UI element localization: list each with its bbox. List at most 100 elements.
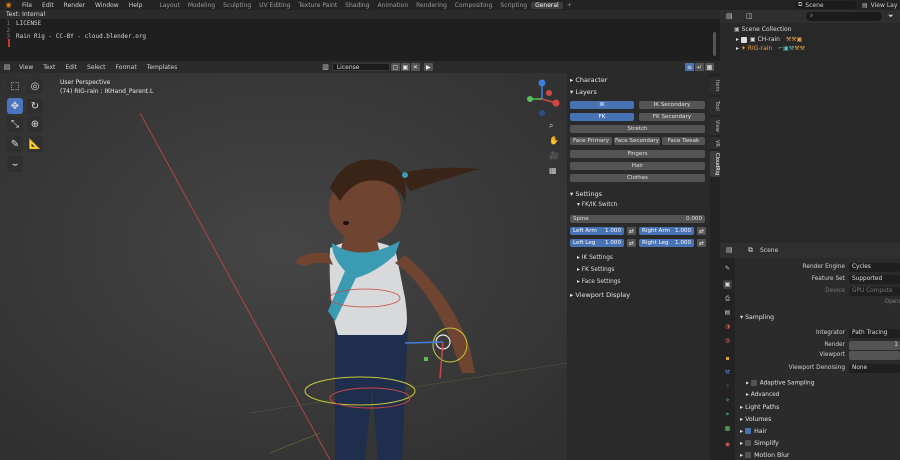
scale-tool-icon[interactable]: ⤡ (7, 116, 23, 132)
zoom-icon[interactable]: ⌕ (549, 121, 553, 131)
sampling-section-header[interactable]: ▾ Sampling (740, 314, 774, 321)
simplify-header[interactable]: ▸ Simplify (740, 440, 779, 447)
ik-secondary-layer-button[interactable]: IK Secondary (639, 101, 705, 109)
tab-view[interactable]: View (710, 117, 720, 135)
move-tool-icon[interactable]: ✥ (7, 98, 23, 114)
syntax-toggle-icon[interactable]: ▦ (705, 63, 714, 71)
motion-blur-checkbox[interactable] (745, 452, 752, 458)
ik-settings-header[interactable]: ▸ IK Settings (577, 255, 613, 261)
select-box-tool-icon[interactable]: ⬚ (7, 78, 23, 94)
include-checkbox[interactable] (740, 36, 747, 43)
run-script-icon[interactable]: ▶ (423, 63, 433, 71)
integrator-dropdown[interactable]: Path Tracing (849, 329, 900, 338)
open-button[interactable]: Open (880, 299, 900, 305)
menu-window[interactable]: Window (90, 2, 124, 9)
scene-selector[interactable]: ⧉ Scene (796, 1, 856, 9)
right-arm-snap-icon[interactable]: ⇄ (697, 227, 706, 235)
clothes-layer-button[interactable]: Clothes (570, 174, 705, 182)
new-text-icon[interactable]: ▢ (390, 63, 400, 71)
line-numbers-toggle-icon[interactable]: ≡ (685, 63, 694, 71)
viewport-denoising-dropdown[interactable]: None (849, 364, 900, 373)
physics-tab-icon[interactable]: ✧ (723, 396, 732, 405)
tab-scripting[interactable]: Scripting (496, 2, 531, 9)
annotate-tool-icon[interactable]: ✎ (7, 136, 23, 152)
ik-layer-button[interactable]: IK (570, 101, 634, 109)
tool-tab-icon[interactable]: ✎ (723, 264, 732, 273)
left-arm-slider[interactable]: Left Arm 1.000 (570, 227, 624, 235)
tab-uv-editing[interactable]: UV Editing (255, 2, 294, 9)
viewport-samples-field[interactable] (849, 351, 900, 360)
outliner-scene-collection[interactable]: ▣ Scene Collection (734, 26, 791, 33)
face-tweak-layer-button[interactable]: Face Tweak (662, 137, 705, 145)
render-engine-dropdown[interactable]: Cycles (849, 263, 900, 272)
blender-logo-icon[interactable]: ◉ (4, 1, 13, 9)
fingers-layer-button[interactable]: Fingers (570, 150, 705, 158)
tab-modeling[interactable]: Modeling (184, 2, 219, 9)
text-editor[interactable]: Text: Internal 1 LICENSE 2 3 Rain Rig - CC… (0, 10, 720, 61)
motion-blur-header[interactable]: ▸ Motion Blur (740, 452, 789, 459)
fk-layer-button[interactable]: FK (570, 113, 634, 121)
simplify-checkbox[interactable] (745, 440, 752, 446)
cursor-tool-icon[interactable]: ◎ (27, 78, 43, 94)
feature-set-dropdown[interactable]: Supported (849, 275, 900, 284)
tab-texture-paint[interactable]: Texture Paint (294, 2, 341, 9)
tab-general[interactable]: General (531, 1, 563, 9)
tab-sculpting[interactable]: Sculpting (219, 2, 255, 9)
render-tab-icon[interactable]: ▣ (723, 280, 732, 289)
navigation-gizmo[interactable] (522, 79, 562, 119)
right-arm-slider[interactable]: Right Arm 1.000 (639, 227, 694, 235)
right-leg-snap-icon[interactable]: ⇄ (697, 239, 706, 247)
viewport-display-header[interactable]: ▸ Viewport Display (570, 291, 630, 299)
face-secondary-layer-button[interactable]: Face Secondary (614, 137, 660, 145)
particles-tab-icon[interactable]: ⁘ (723, 382, 732, 391)
text-datablock-field[interactable]: License (331, 63, 390, 71)
volumes-header[interactable]: ▸ Volumes (740, 416, 771, 423)
text-datablock-icon[interactable]: ▥ (322, 63, 329, 71)
tab-layout[interactable]: Layout (155, 2, 183, 9)
word-wrap-toggle-icon[interactable]: ↵ (695, 63, 704, 71)
outliner-item-ch-rain[interactable]: ▸ ▣ CH-rain ⚒⚒▣ (736, 36, 802, 43)
face-settings-header[interactable]: ▸ Face Settings (577, 279, 621, 285)
constraints-tab-icon[interactable]: ⌖ (723, 410, 732, 419)
tab-animation[interactable]: Animation (374, 2, 413, 9)
menu-edit[interactable]: Edit (37, 2, 59, 9)
tab-tool[interactable]: Tool (710, 97, 720, 115)
light-paths-header[interactable]: ▸ Light Paths (740, 404, 779, 411)
fkik-switch-header[interactable]: ▾ FK/IK Switch (577, 202, 617, 208)
measure-tool-icon[interactable]: 📐 (27, 136, 43, 152)
data-tab-icon[interactable]: ▦ (723, 424, 732, 433)
outliner-item-rig-rain[interactable]: ▸ ✦ RIG-rain ⌐▣⚒⚒⚒ (736, 45, 805, 52)
3d-viewport[interactable]: User Perspective (74) RIG-rain : IKHand_… (0, 73, 567, 460)
te-menu-select[interactable]: Select (82, 64, 111, 71)
view-layer-tab-icon[interactable]: ▤ (723, 308, 732, 317)
modifier-tab-icon[interactable]: ⚒ (723, 368, 732, 377)
render-samples-field[interactable]: 1 (849, 341, 900, 350)
te-menu-edit[interactable]: Edit (60, 64, 82, 71)
advanced-header[interactable]: ▸ Advanced (746, 392, 779, 398)
outliner-search-input[interactable]: ⌕ (806, 12, 882, 21)
material-tab-icon[interactable]: ◉ (723, 440, 732, 449)
ortho-grid-icon[interactable]: ▦ (549, 166, 557, 175)
tab-item[interactable]: Item (710, 77, 720, 95)
te-menu-view[interactable]: View (14, 64, 38, 71)
menu-render[interactable]: Render (59, 2, 90, 9)
properties-type-icon[interactable]: ▤ (726, 246, 733, 254)
pan-hand-icon[interactable]: ✋ (549, 136, 559, 145)
tab-compositing[interactable]: Compositing (451, 2, 497, 9)
left-leg-snap-icon[interactable]: ⇄ (627, 239, 636, 247)
character-section-header[interactable]: ▸ Character (570, 76, 607, 84)
adaptive-sampling-header[interactable]: ▸ Adaptive Sampling (746, 380, 814, 387)
te-menu-templates[interactable]: Templates (142, 64, 183, 71)
right-leg-slider[interactable]: Right Leg 1.000 (639, 239, 694, 247)
left-leg-slider[interactable]: Left Leg 1.000 (570, 239, 624, 247)
add-workspace-button[interactable]: + (563, 2, 576, 9)
tab-cloudrig[interactable]: CloudRig (710, 151, 720, 177)
text-scrollbar[interactable] (713, 32, 716, 56)
object-tab-icon[interactable]: ▪ (723, 354, 732, 363)
hair-header[interactable]: ▸ Hair (740, 428, 767, 435)
output-tab-icon[interactable]: ⎙ (723, 294, 732, 303)
transform-tool-icon[interactable]: ⊕ (27, 116, 43, 132)
te-menu-text[interactable]: Text (38, 64, 60, 71)
hair-layer-button[interactable]: Hair (570, 162, 705, 170)
te-menu-format[interactable]: Format (111, 64, 142, 71)
